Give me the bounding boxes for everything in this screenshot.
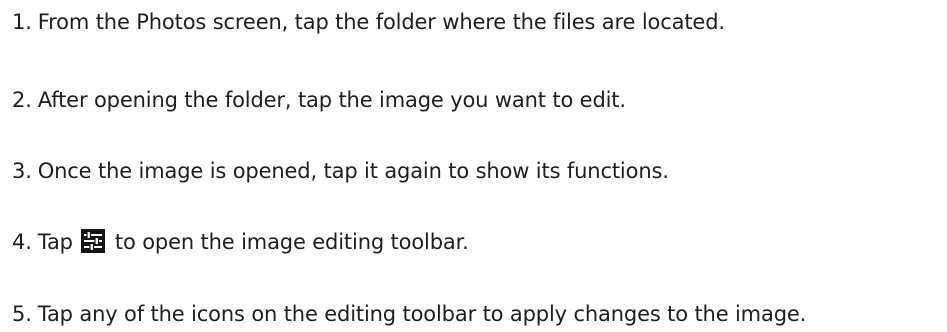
step-number: 1.: [12, 10, 32, 34]
step-3: 3. Once the image is opened, tap it again…: [12, 158, 669, 184]
adjust-sliders-icon: [81, 229, 106, 253]
step-4: 4. Tap to open the image editing toolbar.: [12, 229, 469, 255]
step-text: Once the image is opened, tap it again t…: [37, 159, 669, 183]
step-number: 4.: [12, 230, 32, 254]
step-text: From the Photos screen, tap the folder w…: [37, 10, 725, 34]
step-number: 3.: [12, 159, 32, 183]
step-number: 2.: [12, 88, 32, 112]
step-1: 1. From the Photos screen, tap the folder…: [12, 9, 725, 35]
step-text-after: to open the image editing toolbar.: [114, 230, 469, 254]
step-text: After opening the folder, tap the image …: [37, 88, 626, 112]
step-text-before: Tap: [37, 230, 73, 254]
step-text: Tap any of the icons on the editing tool…: [37, 302, 807, 326]
step-number: 5.: [12, 302, 32, 326]
step-2: 2. After opening the folder, tap the imag…: [12, 87, 626, 113]
step-5: 5. Tap any of the icons on the editing to…: [12, 301, 806, 327]
